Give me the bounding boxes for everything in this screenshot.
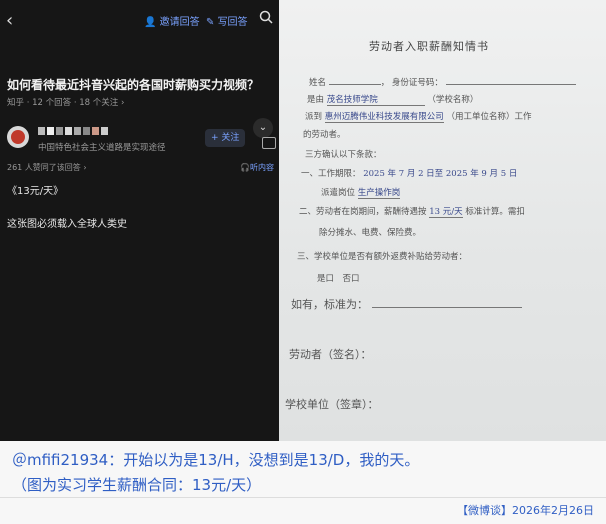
doc-item2: 二、劳动者在岗期间，薪酬待遇按 13 元/天 标准计算。需扣	[299, 205, 525, 218]
doc-item1b-label: 派遣岗位	[321, 188, 356, 198]
screenshot-frame: ‹ 👤 邀请回答 ✎ 写回答 如何看待最近抖音兴起的各国时薪购买力视频？ 知乎 …	[0, 0, 606, 524]
user-bio: 中国特色社会主义道路是实现途径	[38, 143, 166, 153]
doc-item1-label: 一、工作期限：	[301, 169, 361, 179]
doc-company-value: 惠州迈腾伟业科技发展有限公司	[324, 112, 444, 123]
doc-item1-value: 2025 年 7 月 2 日至 2025 年 9 月 5 日	[363, 169, 518, 179]
write-answer-button[interactable]: ✎ 写回答	[206, 13, 248, 28]
avatar[interactable]	[7, 126, 29, 148]
doc-item3-options: 是口 否口	[317, 274, 360, 284]
doc-item1: 一、工作期限： 2025 年 7 月 2 日至 2025 年 9 月 5 日	[301, 167, 517, 179]
doc-company-line: 派到 惠州迈腾伟业科技发展有限公司 （用工单位名称）工作	[305, 110, 531, 123]
doc-item2-c: 除分摊水、电费、保险费。	[319, 228, 422, 238]
doc-company-suffix: （用工单位名称）工作	[446, 112, 532, 122]
doc-item2-b: 标准计算。需扣	[465, 207, 525, 217]
doc-item3: 三、学校单位是否有额外返费补贴给劳动者：	[297, 252, 468, 262]
doc-company-prefix: 派到	[305, 112, 323, 122]
listen-label: 听内容	[249, 163, 274, 172]
top-bar: ‹ 👤 邀请回答 ✎ 写回答	[0, 0, 279, 40]
invite-answer-button[interactable]: 👤 邀请回答	[144, 13, 200, 28]
doc-title: 劳动者入职薪酬知情书	[369, 40, 489, 53]
question-meta[interactable]: 知乎 · 12 个回答 · 18 个关注 ›	[7, 96, 124, 108]
doc-school-line: 是由 茂名技师学院 （学校名称）	[307, 93, 478, 106]
doc-confirm: 三方确认以下条款：	[305, 150, 382, 160]
follow-button[interactable]: + 关注	[205, 129, 246, 147]
doc-item1b: 派遣岗位 生产操作岗	[321, 186, 401, 199]
listen-button[interactable]: 🎧听内容	[240, 162, 274, 173]
doc-if-yes-label: 如有，标准为：	[291, 298, 368, 311]
doc-name-label: 姓名	[309, 78, 327, 88]
doc-item2-value: 13 元/天	[429, 207, 463, 218]
doc-school-prefix: 是由	[307, 95, 325, 105]
contract-photo: 劳动者入职薪酬知情书 姓名 ， 身份证号码： 是由 茂名技师学院 （学校名称） …	[279, 0, 606, 441]
doc-school-suffix: （学校名称）	[427, 95, 479, 105]
invite-answer-label: 邀请回答	[159, 17, 200, 28]
answer-line-2: 这张图必须载入全球人类史	[7, 219, 127, 230]
caption-line-1: ＠mfifi21934：开始以为是13/H，没想到是13/D，我的天。	[12, 451, 420, 469]
doc-worker-line: 的劳动者。	[303, 130, 346, 140]
footer: 【微博谈】2026年2月26日	[0, 497, 606, 524]
agree-count[interactable]: 261 人赞同了该回答 ›	[7, 162, 87, 173]
doc-item1b-value: 生产操作岗	[357, 188, 401, 199]
back-arrow-icon[interactable]: ‹	[6, 10, 13, 31]
card-icon[interactable]	[262, 137, 276, 149]
doc-school-value: 茂名技师学院	[326, 93, 425, 106]
doc-item2-a: 二、劳动者在岗期间，薪酬待遇按	[299, 207, 427, 217]
doc-if-yes: 如有，标准为：	[291, 296, 522, 312]
search-icon[interactable]	[259, 10, 273, 24]
write-answer-label: 写回答	[217, 17, 248, 28]
chevron-down-icon[interactable]: ⌄	[253, 118, 273, 138]
doc-id-label: 身份证号码：	[391, 78, 443, 88]
doc-worker-sign: 劳动者（签名）：	[289, 348, 372, 361]
doc-name-line: 姓名 ， 身份证号码：	[309, 76, 576, 88]
caption-line-2: （图为实习学生薪酬合同：13元/天）	[12, 476, 262, 494]
doc-school-sign: 学校单位（签章）：	[285, 398, 379, 411]
question-title[interactable]: 如何看待最近抖音兴起的各国时薪购买力视频？	[7, 76, 259, 93]
zhihu-answer-screen: ‹ 👤 邀请回答 ✎ 写回答 如何看待最近抖音兴起的各国时薪购买力视频？ 知乎 …	[0, 0, 279, 441]
username-pixelated[interactable]	[38, 126, 108, 136]
answer-line-1: 《13元/天》	[7, 186, 64, 197]
footer-source: 【微博谈】2026年2月26日	[457, 504, 594, 517]
